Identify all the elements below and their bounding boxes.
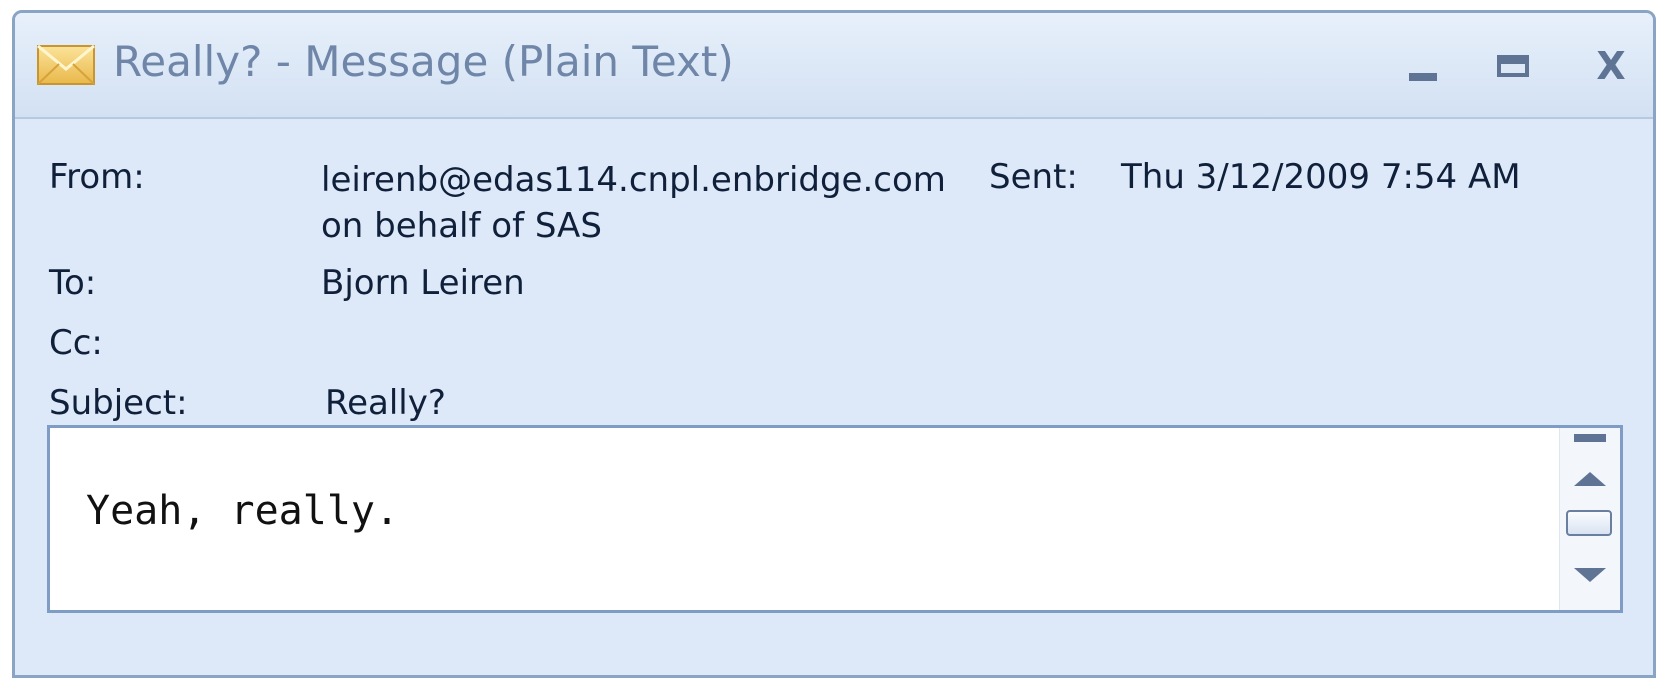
subject-label: Subject:: [49, 383, 188, 423]
cc-label: Cc:: [49, 323, 103, 363]
close-button[interactable]: X: [1581, 41, 1641, 91]
maximize-icon: [1497, 55, 1529, 77]
message-body-text: Yeah, really.: [86, 488, 400, 534]
sent-label: Sent:: [989, 157, 1078, 197]
message-body[interactable]: Yeah, really.: [47, 425, 1623, 613]
sent-value: Thu 3/12/2009 7:54 AM: [1121, 157, 1521, 197]
scroll-thumb[interactable]: [1566, 510, 1612, 536]
message-window: Really? - Message (Plain Text) X From: l…: [12, 10, 1656, 678]
subject-value: Really?: [325, 383, 446, 423]
scroll-up-icon[interactable]: [1574, 472, 1606, 486]
window-title: Really? - Message (Plain Text): [113, 37, 734, 86]
from-on-behalf: on behalf of SAS: [321, 206, 602, 246]
close-icon: X: [1596, 44, 1626, 88]
minimize-icon: [1409, 73, 1437, 81]
to-label: To:: [49, 263, 97, 303]
minimize-button[interactable]: [1393, 41, 1453, 91]
from-value[interactable]: leirenb@edas114.cnpl.enbridge.com on beh…: [321, 157, 946, 249]
scroll-down-icon[interactable]: [1574, 568, 1606, 582]
title-bar[interactable]: Really? - Message (Plain Text) X: [15, 13, 1653, 119]
message-header: From: leirenb@edas114.cnpl.enbridge.com …: [15, 119, 1653, 423]
from-label: From:: [49, 157, 145, 197]
from-address: leirenb@edas114.cnpl.enbridge.com: [321, 160, 946, 200]
maximize-button[interactable]: [1483, 41, 1543, 91]
to-recipient[interactable]: Bjorn Leiren: [321, 263, 525, 303]
split-handle-icon[interactable]: [1574, 434, 1606, 442]
envelope-icon: [37, 45, 95, 85]
vertical-scrollbar[interactable]: [1559, 428, 1620, 610]
